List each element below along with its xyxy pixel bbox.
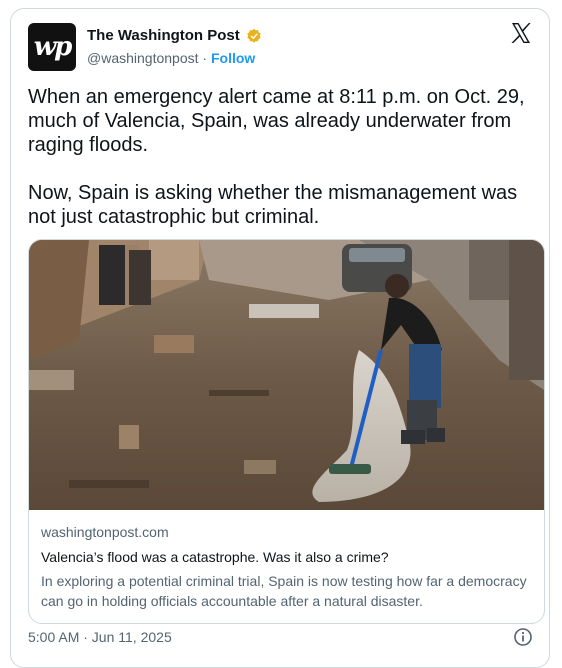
author-name-row: The Washington Post	[87, 27, 262, 44]
tweet-text: When an emergency alert came at 8:11 p.m…	[28, 86, 525, 228]
follow-button[interactable]: Follow	[211, 50, 255, 66]
author-handle[interactable]: @washingtonpost	[87, 50, 199, 66]
link-preview-body: washingtonpost.com Valencia’s flood was …	[29, 510, 544, 623]
author-avatar[interactable]: wp	[28, 23, 76, 71]
handle-separator: ·	[202, 50, 208, 66]
author-handle-row: @washingtonpost · Follow	[87, 50, 255, 66]
avatar-logo-text: wp	[33, 32, 73, 62]
x-logo-icon[interactable]	[509, 21, 533, 45]
link-headline[interactable]: Valencia’s flood was a catastrophe. Was …	[41, 549, 532, 565]
flood-photo[interactable]	[29, 240, 544, 510]
tweet-card: wp The Washington Post @washingtonpost ·…	[10, 8, 550, 668]
link-domain: washingtonpost.com	[41, 524, 169, 540]
tweet-timestamp[interactable]: 5:00 AM · Jun 11, 2025	[28, 629, 172, 645]
verified-badge-icon	[247, 28, 261, 43]
link-description: In exploring a potential criminal trial,…	[41, 573, 527, 609]
info-icon[interactable]	[513, 627, 533, 647]
author-name[interactable]: The Washington Post	[87, 27, 240, 44]
link-preview-card[interactable]: washingtonpost.com Valencia’s flood was …	[28, 239, 545, 624]
